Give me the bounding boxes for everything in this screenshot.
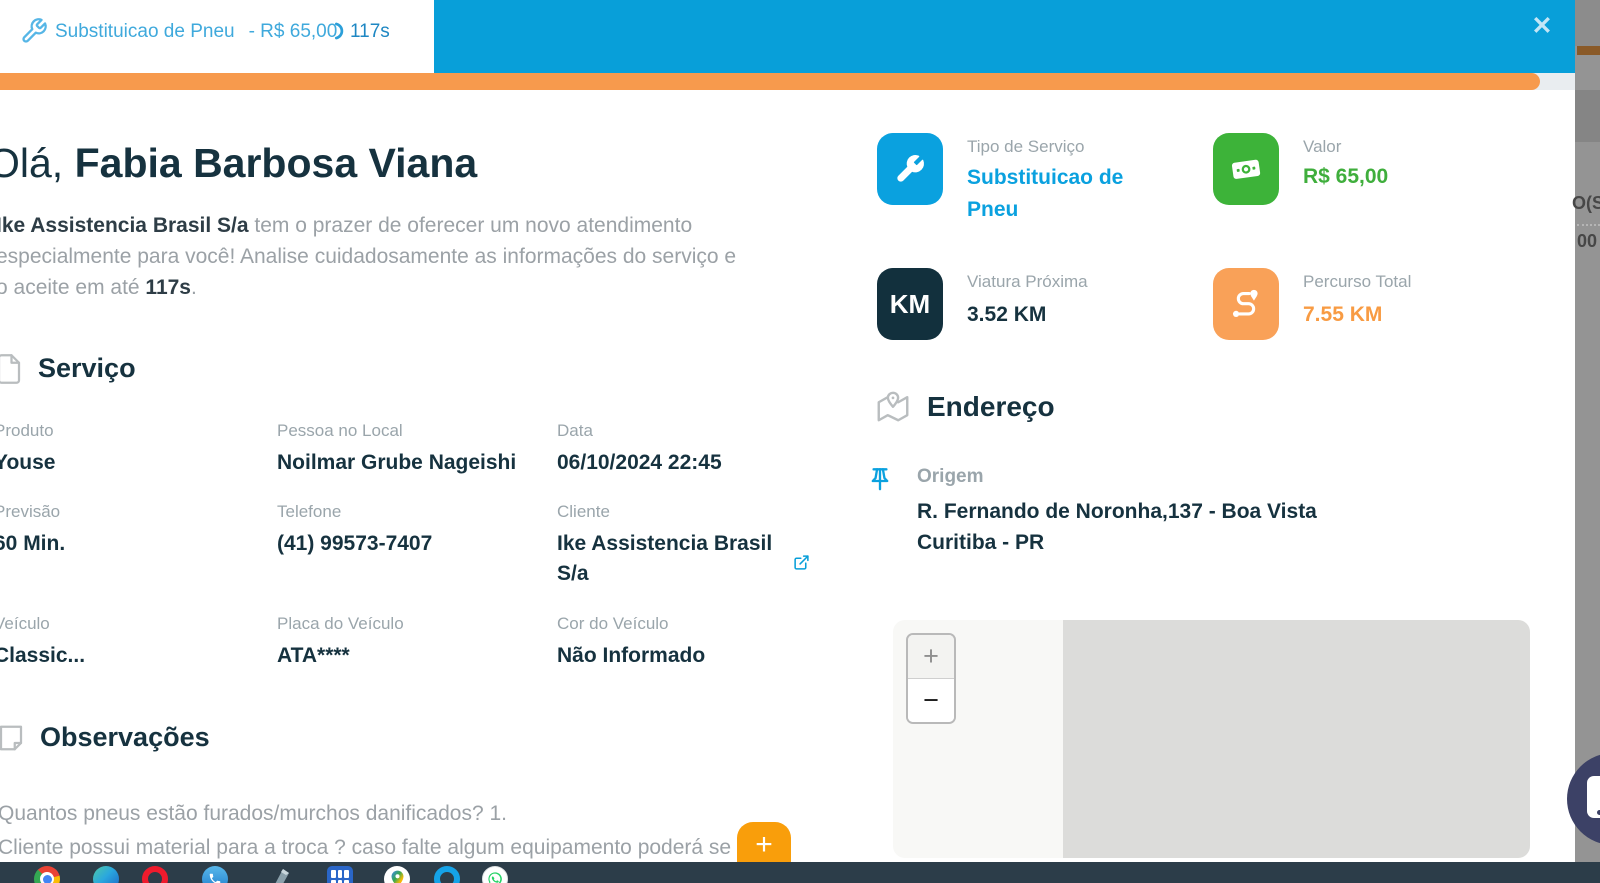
card-label: Percurso Total	[1303, 272, 1412, 291]
screen: Substituicao de Pneu - R$ 65,00 117s ✕ Ol…	[0, 0, 1600, 883]
origem-address-line2: Curitiba - PR	[917, 531, 1045, 554]
section-title-servico: Serviço	[38, 353, 136, 383]
header-title: Substituicao de Pneu - R$ 65,00	[55, 21, 337, 43]
intro-timer: 117s	[145, 276, 191, 299]
field-label: Produto	[0, 421, 54, 440]
whatsapp-icon[interactable]	[482, 866, 508, 883]
wrench-icon	[20, 17, 48, 50]
calculator-icon[interactable]	[327, 866, 353, 883]
background-band	[1575, 0, 1600, 46]
field-value: Noilmar Grube Nageishi	[277, 451, 517, 474]
origem-address-line1: R. Fernando de Noronha,137 - Boa Vista	[917, 500, 1317, 523]
close-icon[interactable]: ✕	[1528, 12, 1556, 40]
google-maps-icon[interactable]	[384, 866, 410, 883]
zoom-in-button[interactable]: +	[908, 635, 954, 679]
wrench-icon	[877, 133, 943, 205]
map-zoom-control: + −	[906, 633, 956, 724]
page-title: Olá, Fabia Barbosa Viana	[0, 140, 477, 187]
field-value: (41) 99573-7407	[277, 532, 433, 555]
card-label: Viatura Próxima	[967, 272, 1088, 291]
field-label: Pessoa no Local	[277, 421, 403, 440]
field-value: Não Informado	[557, 644, 706, 667]
field-value: ATA****	[277, 644, 350, 667]
intro-company: Ike Assistencia Brasil S/a	[0, 214, 249, 237]
background-text-fragment: 00	[1577, 231, 1598, 251]
map-canvas[interactable]	[893, 620, 1530, 858]
field-label: Cliente	[557, 502, 610, 521]
header-price: - R$ 65,00	[248, 21, 338, 42]
opera-icon[interactable]	[142, 866, 168, 883]
greeting-prefix: Olá,	[0, 140, 64, 186]
zoom-out-button[interactable]: −	[908, 679, 954, 722]
edge-icon[interactable]	[93, 866, 119, 883]
background-band	[1575, 90, 1600, 142]
observation-line: Quantos pneus estão furados/murchos dani…	[0, 802, 507, 825]
note-icon	[0, 722, 26, 759]
chrome-icon[interactable]	[34, 866, 60, 883]
km-badge: KM	[877, 268, 943, 340]
section-title-observacoes: Observações	[40, 722, 210, 752]
map-icon	[874, 388, 912, 429]
banknote-icon	[1213, 133, 1279, 205]
field-value-cliente: Ike Assistencia Brasil S/a	[557, 532, 773, 585]
timer-progress-track	[0, 73, 1575, 90]
external-link-icon[interactable]	[793, 554, 810, 576]
card-value: R$ 65,00	[1303, 165, 1389, 188]
origem-label: Origem	[917, 466, 984, 487]
chat-fab[interactable]	[1567, 753, 1600, 845]
taskbar	[0, 862, 1600, 883]
pushpin-icon	[866, 464, 894, 503]
field-label: Data	[557, 421, 593, 440]
timer-progress-fill	[0, 73, 1540, 90]
field-value: Classic...	[0, 644, 86, 667]
field-label: Cor do Veículo	[557, 614, 669, 633]
document-icon	[0, 352, 24, 391]
countdown-arc-icon	[330, 22, 348, 45]
phone-app-icon[interactable]	[202, 866, 228, 883]
observation-line: Cliente possui material para a troca ? c…	[0, 836, 732, 859]
map-area	[1063, 620, 1530, 858]
intro-paragraph: Ike Assistencia Brasil S/a tem o prazer …	[0, 210, 752, 303]
card-value: Substituicao de Pneu	[967, 166, 1124, 221]
field-value: 06/10/2024 22:45	[557, 451, 722, 474]
dimmed-background-strip: O(S 00	[1572, 0, 1600, 862]
background-text-fragment: O(S	[1572, 193, 1600, 213]
background-orange-element	[1577, 46, 1600, 55]
files-app-icon[interactable]	[268, 866, 294, 883]
card-label: Valor	[1303, 137, 1342, 156]
card-value: 3.52 KM	[967, 303, 1047, 326]
card-value: 7.55 KM	[1303, 303, 1383, 326]
opera-blue-icon[interactable]	[434, 866, 460, 883]
field-label: Placa do Veículo	[277, 614, 404, 633]
customer-name: Fabia Barbosa Viana	[74, 140, 478, 186]
header-service-name: Substituicao de Pneu	[55, 21, 235, 42]
route-icon	[1213, 268, 1279, 340]
card-label: Tipo de Serviço	[967, 137, 1085, 156]
field-label: Veículo	[0, 614, 50, 633]
background-dotted-divider	[1577, 224, 1600, 226]
field-label: Previsão	[0, 502, 61, 521]
field-value: Youse	[0, 451, 56, 474]
field-value: 60 Min.	[0, 532, 66, 555]
field-label: Telefone	[277, 502, 342, 521]
section-title-endereco: Endereço	[927, 391, 1055, 422]
header-blue-bar	[434, 0, 1575, 73]
countdown-text: 117s	[350, 21, 390, 42]
